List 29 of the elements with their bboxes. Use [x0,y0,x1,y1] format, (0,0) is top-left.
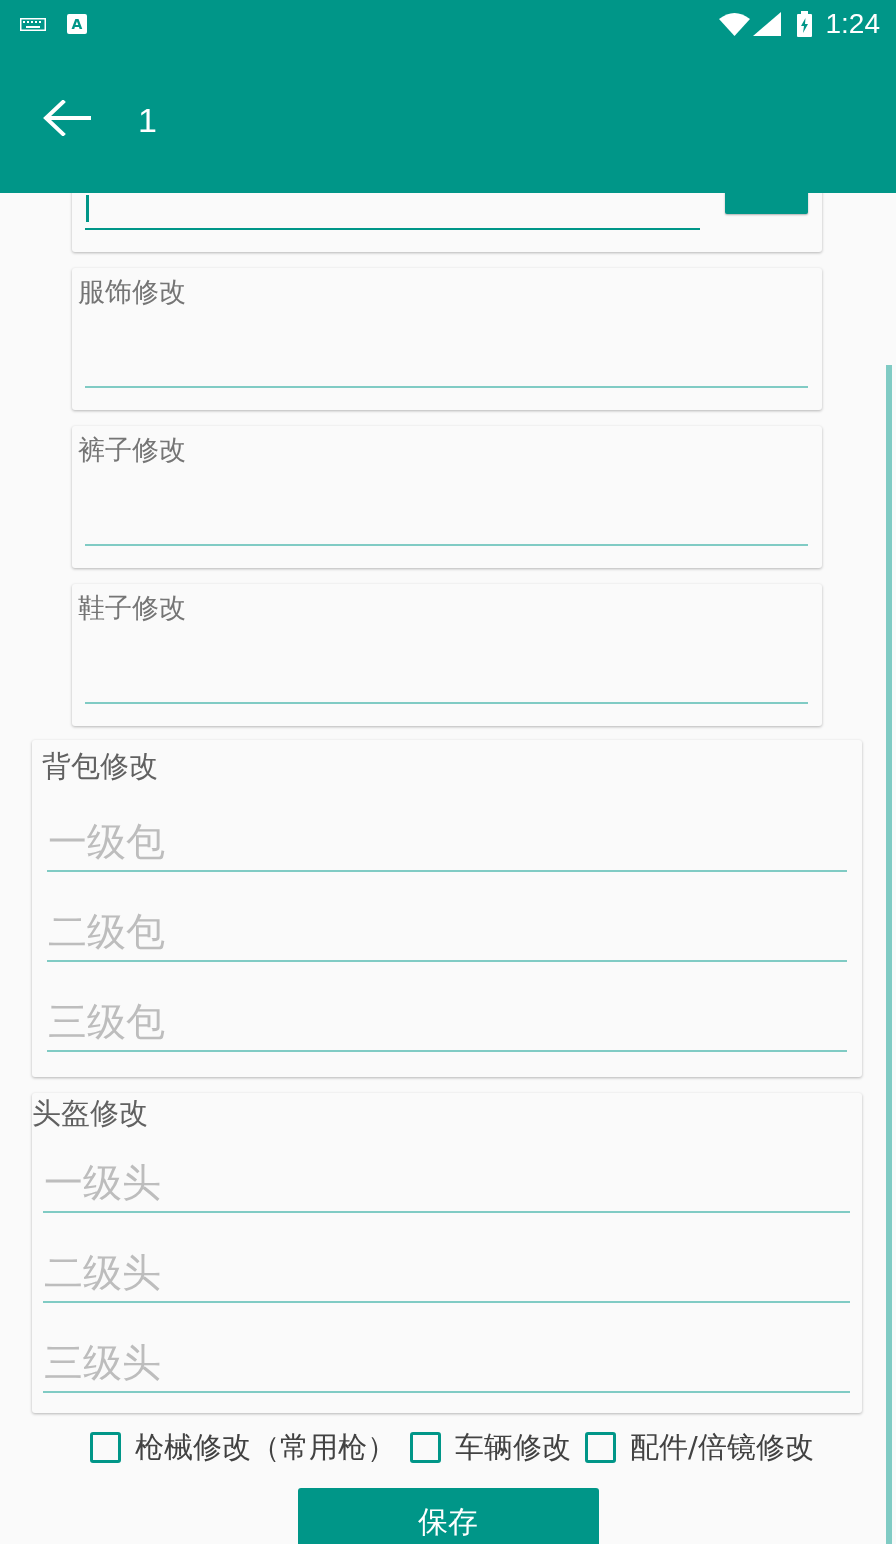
input-field[interactable] [85,193,700,230]
section-title: 头盔修改 [32,1097,148,1129]
keyboard-icon [20,17,46,31]
battery-charging-icon [796,11,812,37]
input-field[interactable]: 一级头 [43,1153,850,1213]
input-field[interactable]: 一级包 [47,812,847,872]
back-arrow-icon [43,99,91,136]
status-time: 1:24 [825,7,880,41]
checkbox[interactable] [585,1431,617,1463]
section-title: 背包修改 [42,750,158,782]
save-button[interactable]: 保存 [297,1488,599,1544]
input-field[interactable]: 三级包 [47,992,847,1052]
input-field[interactable]: 三级头 [43,1333,850,1393]
checkbox[interactable] [90,1431,122,1463]
checkbox-label[interactable]: 配件/倍镜修改 [630,1429,814,1465]
back-button[interactable] [43,99,91,136]
field-label: 鞋子修改 [78,594,186,622]
input-field[interactable]: 二级头 [43,1243,850,1303]
text-cursor [86,195,89,222]
signal-icon [752,12,781,36]
checkbox-label[interactable]: 枪械修改（常用枪） [135,1429,397,1465]
checkbox[interactable] [410,1431,442,1463]
checkbox-label[interactable]: 车辆修改 [455,1429,572,1465]
field-label: 服饰修改 [78,278,186,306]
page-title: 1 [138,99,157,140]
wifi-icon [718,12,750,36]
input-method-badge: A [67,14,87,34]
input-field[interactable]: 二级包 [47,902,847,962]
field-label: 裤子修改 [78,436,186,464]
